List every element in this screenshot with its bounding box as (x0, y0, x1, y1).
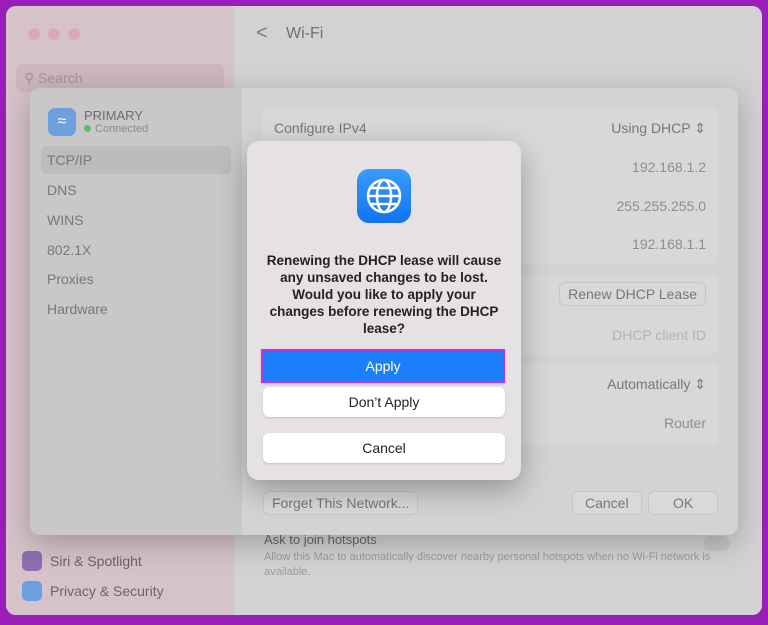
configure-ipv6-select[interactable]: Automatically ⇕ (607, 376, 706, 393)
dont-apply-button[interactable]: Don’t Apply (263, 387, 505, 417)
dialog-cancel-button[interactable]: Cancel (263, 433, 505, 463)
status-dot (84, 125, 91, 132)
select-value: Using DHCP (611, 119, 691, 136)
hotspots-description: Allow this Mac to automatically discover… (264, 551, 711, 578)
status-text: Connected (95, 123, 149, 135)
sheet-sidebar: ≈ PRIMARY Connected TCP/IP DNS WINS 802.… (30, 88, 242, 535)
cancel-button[interactable]: Cancel (572, 491, 642, 515)
tab-8021x[interactable]: 802.1X (41, 236, 231, 264)
apply-button[interactable]: Apply (261, 349, 505, 383)
subnet-value: 255.255.255.0 (616, 198, 706, 214)
configure-ipv4-select[interactable]: Using DHCP ⇕ (611, 120, 706, 137)
hotspots-toggle[interactable] (704, 536, 730, 551)
zoom-button[interactable] (68, 28, 80, 40)
tab-wins[interactable]: WINS (41, 206, 231, 234)
close-button[interactable] (28, 28, 40, 40)
globe-icon (357, 169, 411, 223)
sidebar-item-privacy[interactable]: Privacy & Security (22, 581, 164, 601)
tab-hardware[interactable]: Hardware (41, 295, 231, 323)
search-placeholder: Search (38, 70, 83, 86)
hand-icon (22, 581, 42, 601)
tab-tcpip[interactable]: TCP/IP (41, 146, 231, 174)
siri-icon (22, 551, 42, 571)
sidebar-item-label: Siri & Spotlight (50, 553, 142, 569)
back-button[interactable]: < (256, 22, 268, 45)
select-value: Automatically (607, 375, 691, 392)
configure-ipv4-label: Configure IPv4 (274, 120, 367, 136)
forget-network-button[interactable]: Forget This Network... (263, 491, 419, 515)
tab-proxies[interactable]: Proxies (41, 265, 231, 293)
dialog-message: Renewing the DHCP lease will cause any u… (266, 253, 502, 336)
minimize-button[interactable] (48, 28, 60, 40)
tab-dns[interactable]: DNS (41, 176, 231, 204)
router-value: 192.168.1.1 (632, 236, 706, 252)
window-controls (28, 28, 80, 40)
hotspots-setting: Ask to join hotspots Allow this Mac to a… (264, 532, 714, 580)
network-name: PRIMARY (84, 108, 143, 123)
router-v6-value: Router (663, 415, 706, 431)
sidebar-item-siri[interactable]: Siri & Spotlight (22, 551, 142, 571)
renew-dhcp-button[interactable]: Renew DHCP Lease (559, 282, 706, 306)
dhcp-client-id-input[interactable]: DHCP client ID (612, 327, 706, 343)
ip-address-value: 192.168.1.2 (632, 159, 706, 175)
wifi-icon: ≈ (48, 108, 76, 136)
sidebar-item-label: Privacy & Security (50, 583, 164, 599)
configure-ipv4-row: Configure IPv4 Using DHCP ⇕ (262, 116, 718, 140)
page-title: Wi-Fi (286, 25, 324, 42)
network-header: ≈ PRIMARY Connected (48, 108, 148, 136)
dhcp-alert-dialog: Renewing the DHCP lease will cause any u… (247, 141, 521, 480)
ok-button[interactable]: OK (648, 491, 719, 515)
network-status: Connected (84, 123, 148, 135)
